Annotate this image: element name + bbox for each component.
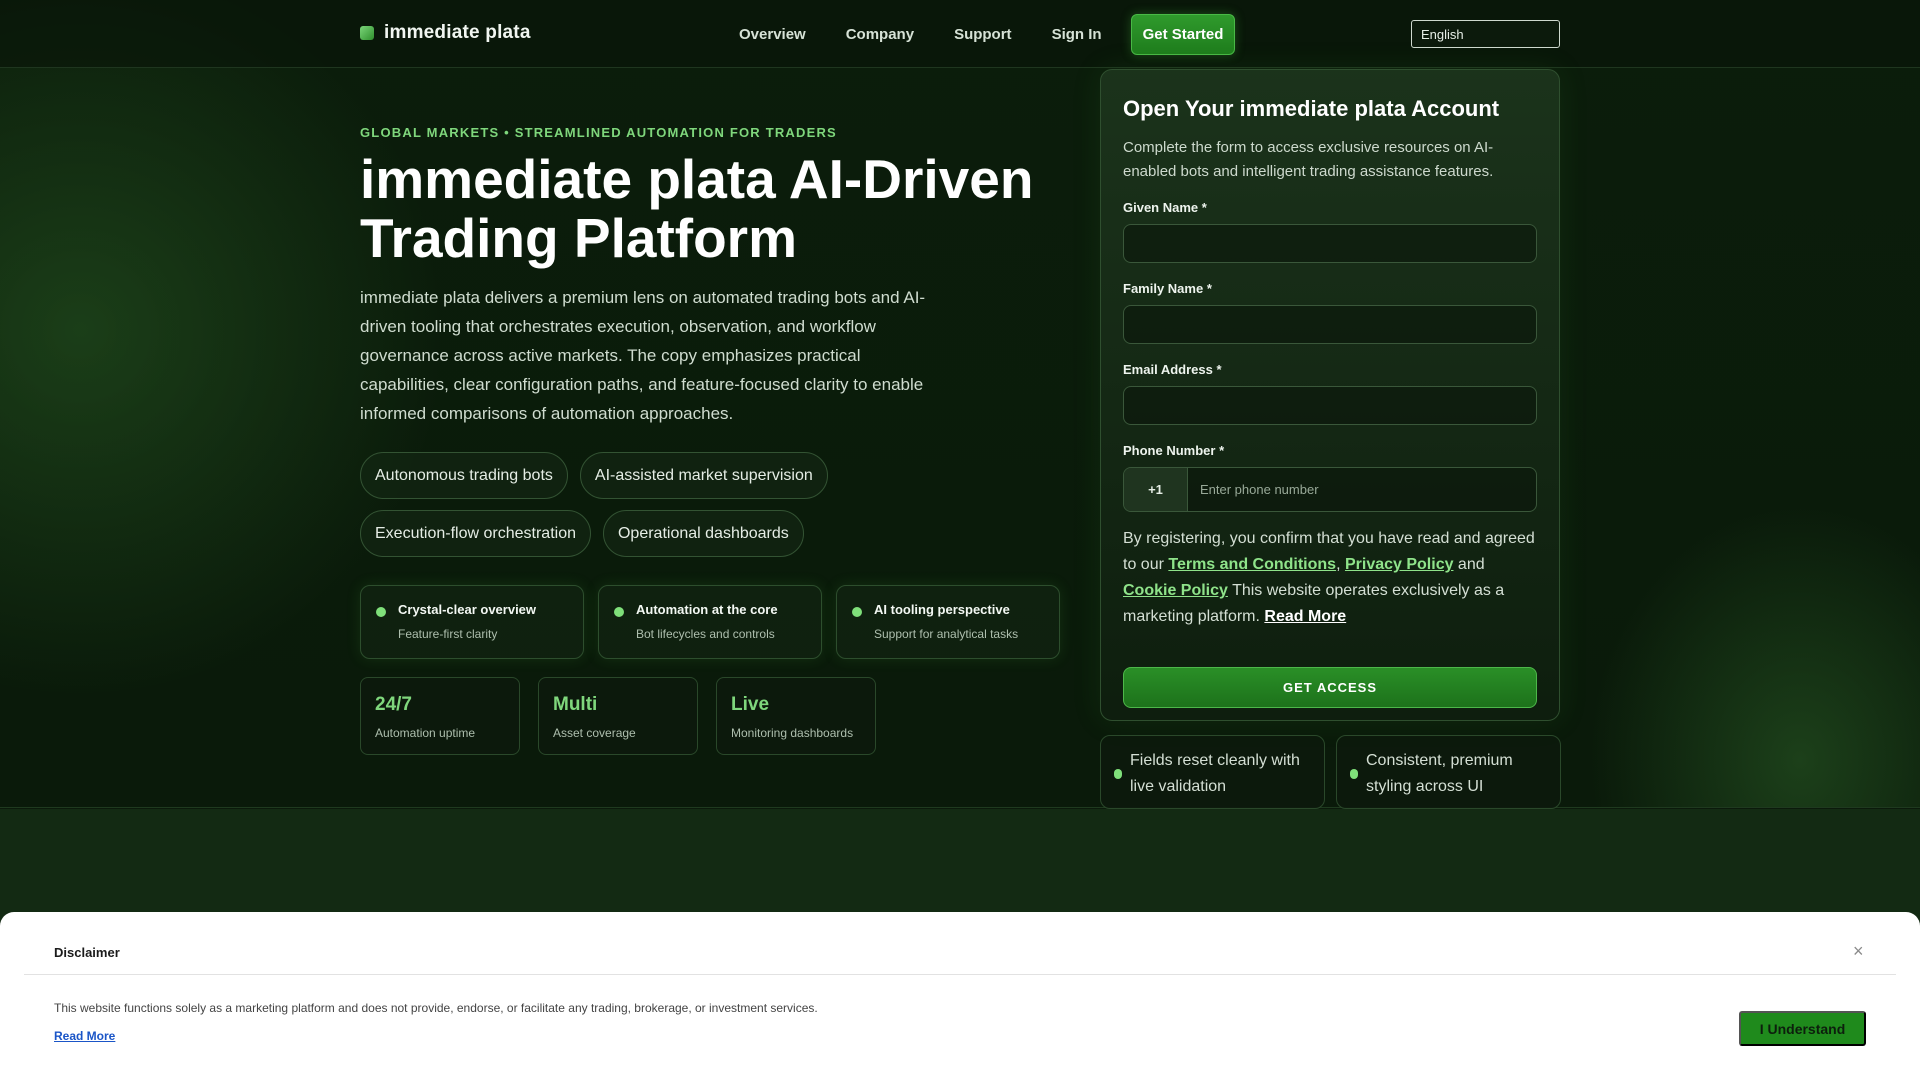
family-name-label: Family Name * — [1123, 281, 1212, 296]
hero-background — [0, 0, 1920, 808]
form-notes: Fields reset cleanly with live validatio… — [1100, 735, 1561, 809]
dot-icon — [614, 607, 624, 617]
disclaimer-read-more-link[interactable]: Read More — [54, 1029, 115, 1043]
consent-comma: , — [1336, 556, 1345, 573]
feature-card: Crystal-clear overview Feature-first cla… — [360, 585, 584, 659]
feature-card: AI tooling perspective Support for analy… — [836, 585, 1060, 659]
pill-dashboards: Operational dashboards — [602, 510, 804, 557]
stat-value: 24/7 — [375, 694, 412, 715]
stat-label: Asset coverage — [553, 726, 636, 740]
brand-logo[interactable]: immediate plata — [360, 22, 531, 44]
disclaimer-title: Disclaimer — [54, 945, 120, 960]
signup-form: Open Your immediate plata Account Comple… — [1100, 69, 1560, 721]
email-input[interactable] — [1123, 386, 1537, 425]
form-title: Open Your immediate plata Account — [1123, 96, 1500, 121]
read-more-link[interactable]: Read More — [1264, 608, 1346, 625]
capability-pills: Autonomous trading bots AI-assisted mark… — [360, 452, 920, 557]
hero-eyebrow: GLOBAL MARKETS • STREAMLINED AUTOMATION … — [360, 125, 837, 140]
given-name-label: Given Name * — [1123, 200, 1207, 215]
country-code-select[interactable]: +1 — [1124, 468, 1188, 511]
privacy-link[interactable]: Privacy Policy — [1345, 556, 1454, 573]
dot-icon — [1114, 769, 1122, 779]
phone-field: +1 — [1123, 467, 1537, 512]
i-understand-button[interactable]: I Understand — [1739, 1011, 1866, 1046]
stat-card: Multi Asset coverage — [538, 677, 698, 755]
nav-link-sign-in[interactable]: Sign In — [1052, 26, 1102, 43]
nav-link-support[interactable]: Support — [954, 26, 1012, 43]
note-card: Fields reset cleanly with live validatio… — [1100, 735, 1325, 809]
cookie-link[interactable]: Cookie Policy — [1123, 582, 1228, 599]
phone-label: Phone Number * — [1123, 443, 1225, 458]
hero-lead: immediate plata delivers a premium lens … — [360, 288, 926, 423]
feature-subtitle: Support for analytical tasks — [874, 627, 1019, 641]
stat-value: Live — [731, 694, 770, 715]
feature-subtitle: Feature-first clarity — [398, 627, 498, 641]
stat-card: 24/7 Automation uptime — [360, 677, 520, 755]
dot-icon — [376, 607, 386, 617]
top-nav: immediate plata Overview Company Support… — [0, 0, 1920, 68]
feature-title: Crystal-clear overview — [398, 602, 537, 617]
email-label: Email Address * — [1123, 362, 1222, 377]
phone-input[interactable] — [1188, 468, 1536, 511]
feature-cards: Crystal-clear overview Feature-first cla… — [360, 585, 1060, 659]
stat-cards: 24/7 Automation uptime Multi Asset cover… — [360, 677, 876, 755]
stat-card: Live Monitoring dashboards — [716, 677, 876, 755]
feature-title: AI tooling perspective — [874, 602, 1010, 617]
pill-ai-supervision: AI-assisted market supervision — [579, 452, 828, 499]
get-started-button[interactable]: Get Started — [1130, 13, 1236, 55]
hero-headline: immediate plata AI-Driven Trading Platfo… — [360, 148, 1034, 269]
note-card: Consistent, premium styling across UI — [1336, 735, 1561, 809]
note-text: Fields reset cleanly with live validatio… — [1130, 752, 1300, 795]
note-text: Consistent, premium styling across UI — [1366, 752, 1513, 795]
form-description: Complete the form to access exclusive re… — [1123, 139, 1494, 180]
stat-value: Multi — [553, 694, 598, 715]
get-access-button[interactable]: GET ACCESS — [1123, 667, 1537, 708]
dot-icon — [1350, 769, 1358, 779]
nav-link-overview[interactable]: Overview — [739, 26, 806, 43]
stat-label: Monitoring dashboards — [731, 726, 854, 740]
feature-card: Automation at the core Bot lifecycles an… — [598, 585, 822, 659]
dot-icon — [852, 607, 862, 617]
disclaimer-banner: Disclaimer × This website functions sole… — [0, 912, 1920, 1080]
given-name-input[interactable] — [1123, 224, 1537, 263]
nav-link-company[interactable]: Company — [846, 26, 914, 43]
family-name-input[interactable] — [1123, 305, 1537, 344]
nav-links: Overview Company Support Sign In Get Sta… — [739, 0, 1236, 68]
close-icon[interactable]: × — [1853, 941, 1864, 962]
disclaimer-text: This website functions solely as a marke… — [54, 1001, 818, 1015]
feature-subtitle: Bot lifecycles and controls — [636, 627, 775, 641]
divider — [24, 974, 1896, 975]
pill-execution-flow: Execution-flow orchestration — [360, 510, 591, 557]
terms-link[interactable]: Terms and Conditions — [1168, 556, 1336, 573]
stat-label: Automation uptime — [375, 726, 476, 740]
feature-title: Automation at the core — [636, 602, 778, 617]
brand-name: immediate plata — [384, 22, 531, 43]
consent-text: By registering, you confirm that you hav… — [1123, 526, 1537, 630]
consent-and: and — [1453, 556, 1485, 573]
language-select[interactable]: English — [1411, 20, 1560, 48]
pill-autonomous-bots: Autonomous trading bots — [360, 452, 568, 499]
logo-mark-icon — [360, 26, 374, 40]
